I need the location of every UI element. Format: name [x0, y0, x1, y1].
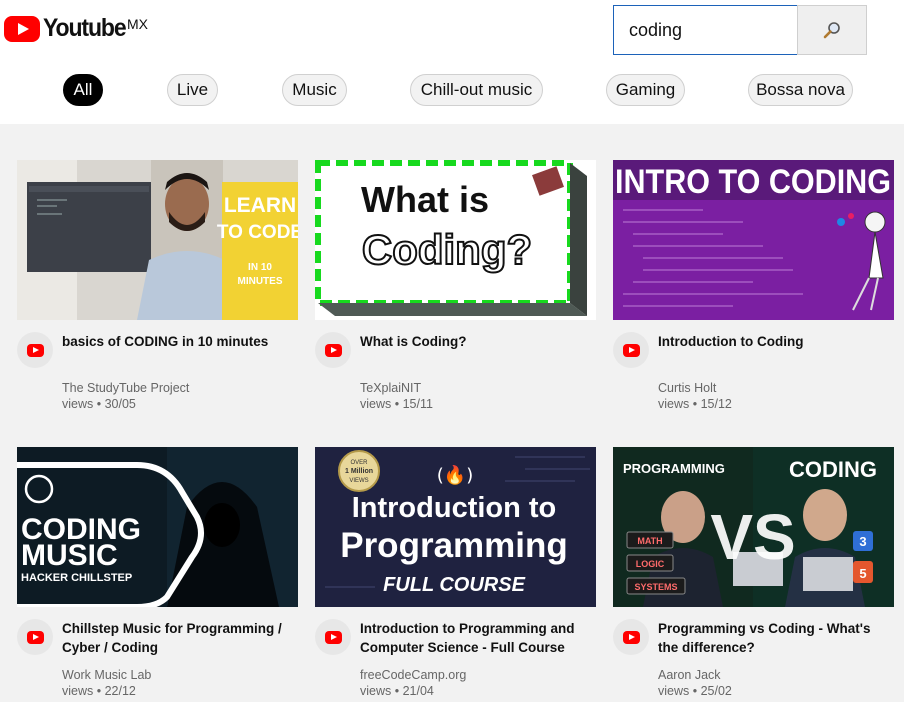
html-badge: 5: [859, 566, 866, 581]
youtube-icon: [26, 630, 44, 644]
channel-name[interactable]: The StudyTube Project: [62, 381, 189, 395]
thumb-line2: Programming: [340, 526, 568, 565]
video-thumbnail[interactable]: INTRO TO CODING: [613, 160, 894, 320]
video-meta: views • 25/02: [658, 684, 732, 698]
video-meta: views • 15/11: [360, 397, 433, 411]
channel-avatar[interactable]: [17, 332, 53, 368]
logo-text: Youtube: [43, 14, 127, 42]
video-thumbnail[interactable]: OVER 1 Million VIEWS (🔥) Introduction to…: [315, 447, 596, 607]
video-meta: views • 21/04: [360, 684, 434, 698]
thumb-line3: IN 10: [248, 262, 272, 273]
thumb-line1: Introduction to: [352, 492, 557, 524]
search-button[interactable]: [797, 5, 867, 55]
logo-region: MX: [127, 16, 148, 32]
chip-live[interactable]: Live: [167, 74, 218, 106]
top-header: Youtube MX coding All Live Music Chill-o…: [0, 0, 904, 124]
upload-date: 22/12: [104, 684, 136, 698]
chip-all[interactable]: All: [63, 74, 103, 106]
magnifier-icon: [823, 22, 840, 39]
channel-avatar[interactable]: [315, 619, 351, 655]
thumb-line4: MINUTES: [238, 276, 283, 287]
thumb-line2: TO CODE: [217, 222, 298, 243]
upload-date: 25/02: [700, 684, 732, 698]
channel-name[interactable]: freeCodeCamp.org: [360, 668, 466, 682]
video-title[interactable]: What is Coding?: [360, 332, 592, 351]
video-thumbnail[interactable]: PROGRAMMING CODING VS MATH LOGIC SYSTEMS…: [613, 447, 894, 607]
tag-systems: SYSTEMS: [634, 582, 677, 592]
channel-avatar[interactable]: [613, 332, 649, 368]
video-meta: views • 22/12: [62, 684, 136, 698]
video-title[interactable]: Introduction to Coding: [658, 332, 890, 351]
chip-gaming[interactable]: Gaming: [606, 74, 685, 106]
youtube-icon: [324, 630, 342, 644]
chip-bossa-nova[interactable]: Bossa nova: [748, 74, 853, 106]
badge-bot: VIEWS: [349, 478, 368, 484]
views-label: views: [360, 684, 392, 698]
channel-avatar[interactable]: [315, 332, 351, 368]
youtube-icon: [26, 343, 44, 357]
badge-mid: 1 Million: [345, 468, 373, 475]
thumb-line1: PROGRAMMING: [623, 461, 725, 476]
upload-date: 21/04: [402, 684, 434, 698]
upload-date: 15/11: [402, 397, 433, 411]
thumb-line2: Coding?: [362, 226, 532, 273]
video-title[interactable]: Introduction to Programming and Computer…: [360, 619, 592, 657]
thumb-logo: (🔥): [437, 464, 473, 486]
video-thumbnail[interactable]: LEARN TO CODE IN 10 MINUTES: [17, 160, 298, 320]
thumb-line3: HACKER CHILLSTEP: [21, 572, 132, 584]
video-thumbnail[interactable]: CODING MUSIC HACKER CHILLSTEP: [17, 447, 298, 607]
thumb-vs: VS: [710, 501, 795, 573]
channel-avatar[interactable]: [613, 619, 649, 655]
video-thumbnail[interactable]: What is Coding?: [315, 160, 596, 320]
video-title[interactable]: basics of CODING in 10 minutes: [62, 332, 294, 351]
css-badge: 3: [859, 534, 866, 549]
video-meta: views • 30/05: [62, 397, 136, 411]
thumb-line1: LEARN: [224, 194, 296, 217]
upload-date: 30/05: [104, 397, 136, 411]
chip-chill-out-music[interactable]: Chill-out music: [410, 74, 543, 106]
search-input[interactable]: coding: [613, 5, 798, 55]
views-label: views: [658, 397, 690, 411]
upload-date: 15/12: [700, 397, 732, 411]
views-label: views: [360, 397, 392, 411]
youtube-icon: [324, 343, 342, 357]
thumb-line1: What is: [361, 179, 489, 220]
channel-name[interactable]: TeXplaiNIT: [360, 381, 421, 395]
views-label: views: [62, 684, 94, 698]
video-title[interactable]: Chillstep Music for Programming / Cyber …: [62, 619, 294, 657]
views-label: views: [658, 684, 690, 698]
thumb-line3: FULL COURSE: [383, 574, 526, 596]
views-label: views: [62, 397, 94, 411]
chip-music[interactable]: Music: [282, 74, 347, 106]
channel-name[interactable]: Work Music Lab: [62, 668, 151, 682]
channel-avatar[interactable]: [17, 619, 53, 655]
badge-top: OVER: [350, 460, 368, 466]
play-logo-icon: [4, 16, 40, 42]
thumb-line2: MUSIC: [21, 539, 118, 572]
thumb-line1: INTRO TO CODING: [615, 163, 891, 201]
youtube-icon: [622, 343, 640, 357]
video-meta: views • 15/12: [658, 397, 732, 411]
tag-logic: LOGIC: [636, 559, 665, 569]
channel-name[interactable]: Curtis Holt: [658, 381, 716, 395]
channel-name[interactable]: Aaron Jack: [658, 668, 721, 682]
thumb-line2: CODING: [789, 457, 877, 482]
tag-math: MATH: [637, 536, 662, 546]
youtube-icon: [622, 630, 640, 644]
video-title[interactable]: Programming vs Coding - What's the diffe…: [658, 619, 890, 657]
youtube-logo[interactable]: Youtube MX: [4, 14, 148, 43]
